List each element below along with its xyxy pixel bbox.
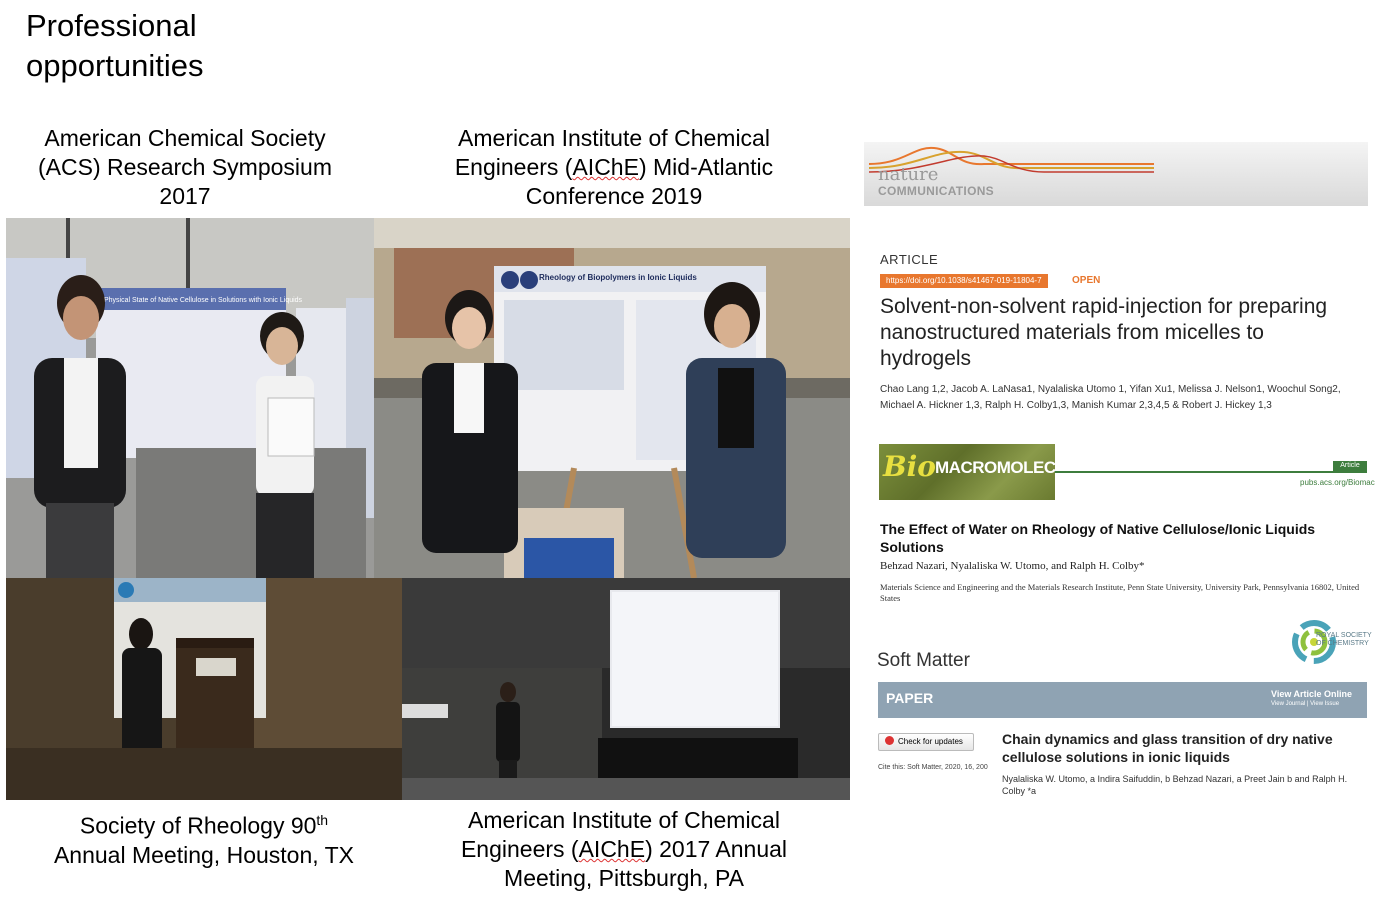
caption-mid-line3: Conference 2019 bbox=[525, 183, 703, 209]
caption-acs-line3: 2017 bbox=[159, 183, 211, 209]
sm-article-title: Chain dynamics and glass transition of d… bbox=[1002, 731, 1333, 765]
caption-acs: American Chemical Society (ACS) Research… bbox=[6, 124, 364, 211]
biomac-rule bbox=[1055, 471, 1367, 473]
paper-section-bar bbox=[878, 682, 1367, 718]
nc-doi-badge: https://doi.org/10.1038/s41467-019-11804… bbox=[880, 274, 1048, 288]
caption-annual-line1: American Institute of Chemical bbox=[468, 807, 780, 833]
logo-macromolecules-text: MACROMOLECULES bbox=[935, 458, 1055, 477]
caption-mid-line2: Engineers (AIChE) Mid-Atlantic bbox=[454, 154, 774, 180]
caption-aiche-annual: American Institute of Chemical Engineers… bbox=[414, 806, 834, 893]
photo-aiche-annual bbox=[402, 578, 850, 800]
acs-poster-title: Physical State of Native Cellulose in So… bbox=[104, 297, 303, 304]
rsc-line1: ROYAL SOCIETY bbox=[1316, 632, 1372, 639]
photo-aiche-midatlantic: Rheology of Biopolymers in Ionic Liquids bbox=[374, 218, 850, 578]
check-updates-label: Check for updates bbox=[898, 737, 963, 746]
check-for-updates-badge: Check for updates bbox=[878, 733, 974, 751]
caption-rheology: Society of Rheology 90th Annual Meeting,… bbox=[6, 806, 402, 870]
biomacromolecules-logo: Bio MACROMOLECULES bbox=[879, 444, 1055, 500]
caption-acs-line2: (ACS) Research Symposium bbox=[38, 154, 332, 180]
caption-annual-line2: Engineers (AIChE) 2017 Annual bbox=[460, 836, 788, 862]
view-journal-issue-links: View Journal | View Issue bbox=[1271, 701, 1340, 707]
communications-wordmark: COMMUNICATIONS bbox=[878, 184, 994, 198]
biomac-url: pubs.acs.org/Biomac bbox=[1300, 478, 1375, 487]
photo-rheology-meeting bbox=[6, 578, 402, 800]
nc-article-title: Solvent-non-solvent rapid-injection for … bbox=[880, 295, 1328, 370]
nc-article-label: ARTICLE bbox=[880, 252, 939, 267]
view-article-online-link: View Article Online bbox=[1271, 689, 1353, 699]
biomac-title: The Effect of Water on Rheology of Nativ… bbox=[880, 521, 1316, 555]
sm-citation: Cite this: Soft Matter, 2020, 16, 200 bbox=[878, 764, 988, 771]
sm-authors: Nyalaliska W. Utomo, a Indira Saifuddin,… bbox=[1002, 774, 1348, 796]
nc-authors: Chao Lang 1,2, Jacob A. LaNasa1, Nyalali… bbox=[880, 384, 1341, 411]
nature-wordmark: nature bbox=[878, 164, 939, 185]
biomac-affiliation: Materials Science and Engineering and th… bbox=[880, 582, 1360, 603]
caption-acs-line1: American Chemical Society bbox=[44, 125, 326, 151]
biomac-article-tag: Article bbox=[1333, 461, 1367, 471]
caption-sor-line1: Society of Rheology 90th bbox=[79, 812, 329, 839]
biomac-authors: Behzad Nazari, Nyalaliska W. Utomo, and … bbox=[880, 560, 1145, 572]
soft-matter-journal-name: Soft Matter bbox=[877, 650, 970, 671]
photo-acs-symposium: Physical State of Native Cellulose in So… bbox=[6, 218, 374, 578]
caption-sor-line2: Annual Meeting, Houston, TX bbox=[53, 841, 355, 868]
rsc-line2: OF CHEMISTRY bbox=[1316, 640, 1369, 647]
rsc-wordmark: ROYAL SOCIETY OF CHEMISTRY bbox=[1316, 632, 1372, 648]
caption-aiche-midatlantic: American Institute of Chemical Engineers… bbox=[414, 124, 814, 211]
caption-mid-line1: American Institute of Chemical bbox=[458, 125, 770, 151]
check-updates-icon bbox=[885, 736, 894, 745]
page-title: Professional opportunities bbox=[26, 6, 204, 86]
title-line-2: opportunities bbox=[26, 48, 204, 83]
aiche-poster-title: Rheology of Biopolymers in Ionic Liquids bbox=[539, 273, 697, 282]
logo-bio-text: Bio bbox=[883, 450, 936, 483]
title-line-1: Professional bbox=[26, 8, 197, 43]
caption-annual-line3: Meeting, Pittsburgh, PA bbox=[504, 865, 744, 891]
nc-open-access: OPEN bbox=[1072, 275, 1101, 286]
paper-section-label: PAPER bbox=[886, 690, 934, 706]
